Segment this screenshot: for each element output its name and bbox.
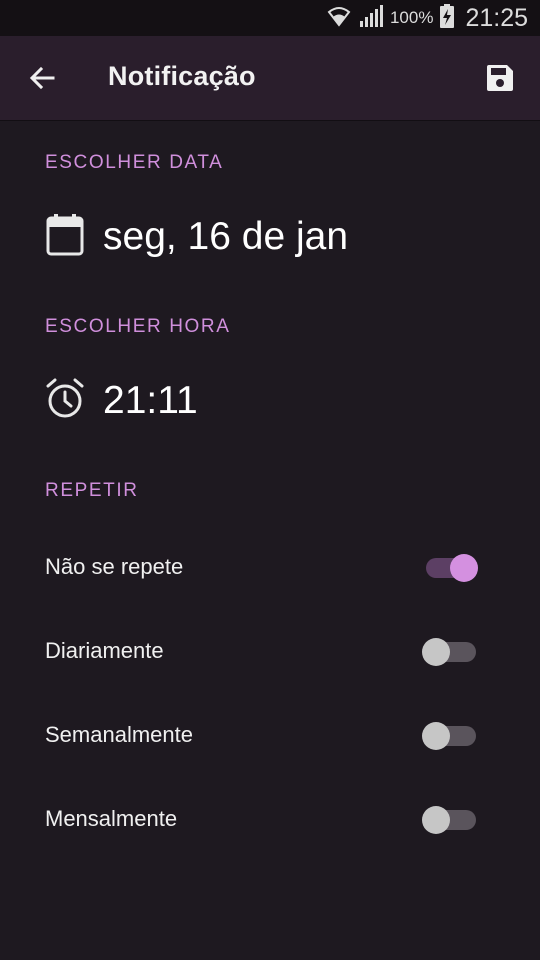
status-bar: 100% 21:25 (0, 0, 540, 36)
arrow-back-icon (28, 64, 56, 97)
repeat-option-none[interactable]: Não se repete (0, 526, 540, 610)
battery-percent: 100% (389, 8, 434, 27)
battery-charging-icon (439, 3, 455, 34)
save-icon (485, 63, 515, 98)
repeat-option-label: Mensalmente (45, 806, 178, 831)
repeat-none-switch[interactable] (420, 554, 480, 582)
switch-thumb (422, 638, 450, 666)
repeat-option-label: Não se repete (45, 554, 184, 579)
repeat-option-label: Semanalmente (45, 722, 193, 747)
repeat-option-monthly[interactable]: Mensalmente (0, 778, 540, 862)
back-button[interactable] (20, 58, 64, 102)
alarm-icon (45, 376, 85, 425)
repeat-option-daily[interactable]: Diariamente (0, 610, 540, 694)
date-picker[interactable]: seg, 16 de jan (45, 212, 348, 261)
switch-thumb (422, 806, 450, 834)
repeat-option-label: Diariamente (45, 638, 164, 663)
time-picker[interactable]: 21:11 (45, 376, 198, 425)
repeat-option-weekly[interactable]: Semanalmente (0, 694, 540, 778)
repeat-section-label: REPETIR (45, 480, 139, 501)
page-title: Notificação (108, 61, 256, 91)
repeat-monthly-switch[interactable] (420, 806, 480, 834)
repeat-weekly-switch[interactable] (420, 722, 480, 750)
calendar-icon (45, 212, 85, 261)
status-icons: 100% 21:25 (326, 0, 528, 36)
wifi-icon (326, 3, 352, 34)
signal-icon (358, 3, 384, 34)
switch-thumb (450, 554, 478, 582)
switch-thumb (422, 722, 450, 750)
date-section-label: ESCOLHER DATA (45, 152, 224, 173)
date-value: seg, 16 de jan (103, 214, 349, 258)
repeat-daily-switch[interactable] (420, 638, 480, 666)
status-time: 21:25 (465, 3, 528, 32)
save-button[interactable] (478, 58, 522, 102)
time-value: 21:11 (103, 378, 198, 422)
app-bar: Notificação (0, 36, 540, 121)
time-section-label: ESCOLHER HORA (45, 316, 231, 337)
